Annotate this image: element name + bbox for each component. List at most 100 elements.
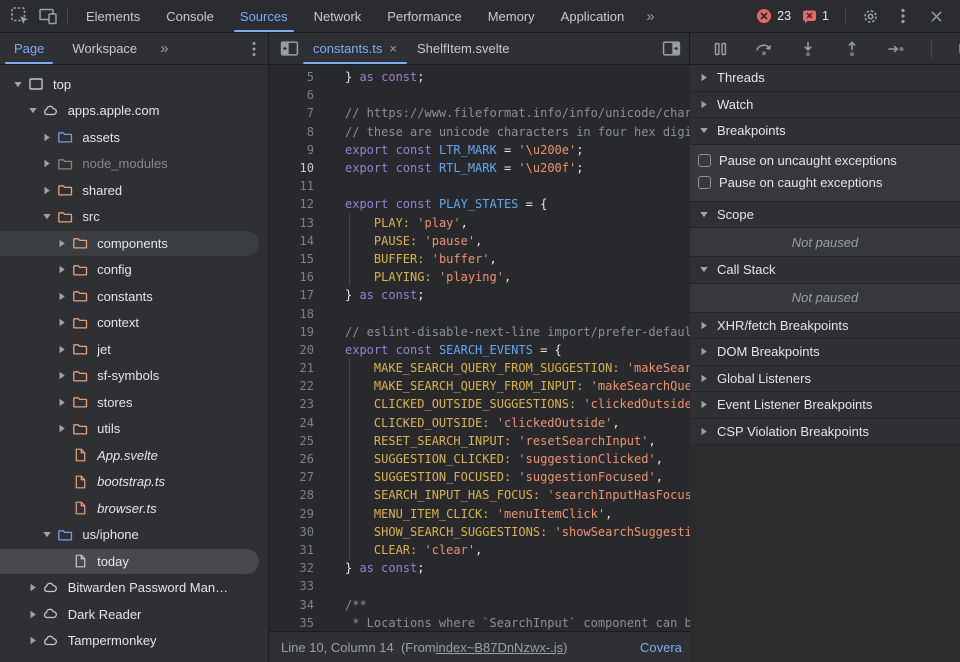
step-over-icon[interactable]	[750, 35, 778, 63]
issue-count[interactable]: 1	[822, 9, 829, 23]
main-tab-application[interactable]: Application	[548, 0, 638, 32]
code-area[interactable]: 5} as const; 6 7 // https://www.fileformat.…	[269, 65, 690, 631]
line-number[interactable]: 15	[269, 252, 314, 266]
kebab-menu-icon[interactable]	[889, 2, 917, 30]
disclosure-triangle-icon[interactable]	[25, 610, 41, 619]
tree-item-us-iphone[interactable]: us/iphone	[0, 522, 268, 549]
disclosure-triangle-icon[interactable]	[54, 239, 70, 248]
tree-item-bootstrap-ts[interactable]: bootstrap.ts	[0, 469, 268, 496]
tree-item-sf-symbols[interactable]: sf-symbols	[0, 363, 268, 390]
tree-item-tampermonkey[interactable]: Tampermonkey	[0, 628, 268, 655]
settings-gear-icon[interactable]	[856, 2, 884, 30]
disclosure-triangle-icon[interactable]	[54, 371, 70, 380]
close-tab-icon[interactable]: ×	[389, 42, 397, 55]
line-number[interactable]: 8	[269, 125, 314, 139]
section-scope[interactable]: Scope	[690, 201, 960, 228]
line-number[interactable]: 24	[269, 416, 314, 430]
line-number[interactable]: 13	[269, 216, 314, 230]
tree-item-src[interactable]: src	[0, 204, 268, 231]
navigator-kebab-icon[interactable]	[240, 35, 268, 63]
navigator-tab-workspace[interactable]: Workspace	[58, 33, 151, 64]
main-tab-elements[interactable]: Elements	[73, 0, 153, 32]
line-number[interactable]: 23	[269, 397, 314, 411]
line-number[interactable]: 14	[269, 234, 314, 248]
more-navigator-tabs-icon[interactable]: »	[151, 40, 178, 57]
line-number[interactable]: 10	[269, 161, 314, 175]
file-tab-shelfitem-svelte[interactable]: ShelfItem.svelte	[407, 33, 520, 64]
tree-item-utils[interactable]: utils	[0, 416, 268, 443]
close-devtools-icon[interactable]	[922, 2, 950, 30]
section-global-listeners[interactable]: Global Listeners	[690, 365, 960, 392]
section-dom-breakpoints[interactable]: DOM Breakpoints	[690, 339, 960, 366]
line-number[interactable]: 33	[269, 579, 314, 593]
step-out-icon[interactable]	[838, 35, 866, 63]
line-number[interactable]: 6	[269, 88, 314, 102]
tree-item-node-modules[interactable]: node_modules	[0, 151, 268, 178]
tree-item-dark-reader[interactable]: Dark Reader	[0, 601, 268, 628]
main-tab-sources[interactable]: Sources	[227, 0, 301, 32]
main-tab-performance[interactable]: Performance	[374, 0, 474, 32]
tree-item-assets[interactable]: assets	[0, 124, 268, 151]
issues-icon[interactable]	[802, 9, 817, 24]
step-into-icon[interactable]	[794, 35, 822, 63]
line-number[interactable]: 17	[269, 288, 314, 302]
section-event-listener-breakpoints[interactable]: Event Listener Breakpoints	[690, 392, 960, 419]
line-number[interactable]: 7	[269, 106, 314, 120]
tree-item-stores[interactable]: stores	[0, 389, 268, 416]
tree-item-top[interactable]: top	[0, 71, 268, 98]
disclosure-triangle-icon[interactable]	[10, 80, 26, 89]
tree-item-config[interactable]: config	[0, 257, 268, 284]
disclosure-triangle-icon[interactable]	[54, 292, 70, 301]
step-icon[interactable]	[882, 35, 910, 63]
line-number[interactable]: 11	[269, 179, 314, 193]
line-number[interactable]: 27	[269, 470, 314, 484]
line-number[interactable]: 31	[269, 543, 314, 557]
checkbox-row-pause-on-caught-exceptions[interactable]: Pause on caught exceptions	[690, 172, 960, 194]
line-number[interactable]: 29	[269, 507, 314, 521]
line-number[interactable]: 34	[269, 598, 314, 612]
file-tab-constants-ts[interactable]: constants.ts ×	[303, 33, 407, 64]
section-threads[interactable]: Threads	[690, 65, 960, 92]
tree-item-browser-ts[interactable]: browser.ts	[0, 495, 268, 522]
line-number[interactable]: 12	[269, 197, 314, 211]
line-number[interactable]: 32	[269, 561, 314, 575]
device-toolbar-icon[interactable]	[34, 2, 62, 30]
tree-item-context[interactable]: context	[0, 310, 268, 337]
disclosure-triangle-icon[interactable]	[25, 583, 41, 592]
checkbox-row-pause-on-uncaught-exceptions[interactable]: Pause on uncaught exceptions	[690, 150, 960, 172]
line-number[interactable]: 18	[269, 307, 314, 321]
tree-item-components[interactable]: components	[0, 230, 268, 257]
coverage-link[interactable]: Covera	[640, 640, 682, 655]
section-breakpoints[interactable]: Breakpoints	[690, 118, 960, 145]
section-xhr-fetch-breakpoints[interactable]: XHR/fetch Breakpoints	[690, 312, 960, 339]
disclosure-triangle-icon[interactable]	[39, 186, 55, 195]
checkbox[interactable]	[698, 176, 711, 189]
tree-item-bitwarden-password-man[interactable]: Bitwarden Password Man…	[0, 575, 268, 602]
errors-icon[interactable]	[756, 8, 772, 24]
line-number[interactable]: 22	[269, 379, 314, 393]
more-panels-icon[interactable]: »	[637, 8, 664, 25]
line-number[interactable]: 30	[269, 525, 314, 539]
tree-item-jet[interactable]: jet	[0, 336, 268, 363]
disclosure-triangle-icon[interactable]	[39, 159, 55, 168]
line-number[interactable]: 21	[269, 361, 314, 375]
tree-item-today[interactable]: today	[0, 548, 268, 575]
disclosure-triangle-icon[interactable]	[54, 345, 70, 354]
section-watch[interactable]: Watch	[690, 91, 960, 118]
main-tab-network[interactable]: Network	[301, 0, 375, 32]
error-count[interactable]: 23	[777, 9, 791, 23]
navigator-tab-page[interactable]: Page	[0, 33, 58, 64]
disclosure-triangle-icon[interactable]	[54, 424, 70, 433]
line-number[interactable]: 25	[269, 434, 314, 448]
tree-item-constants[interactable]: constants	[0, 283, 268, 310]
line-number[interactable]: 26	[269, 452, 314, 466]
line-number[interactable]: 28	[269, 488, 314, 502]
line-number[interactable]: 20	[269, 343, 314, 357]
toggle-navigator-icon[interactable]	[275, 35, 303, 63]
line-number[interactable]: 5	[269, 70, 314, 84]
line-number[interactable]: 9	[269, 143, 314, 157]
sourcemap-link[interactable]: index~B87DnNzwx-.js	[436, 640, 564, 655]
disclosure-triangle-icon[interactable]	[54, 398, 70, 407]
tree-item-app-svelte[interactable]: App.svelte	[0, 442, 268, 469]
section-csp-violation-breakpoints[interactable]: CSP Violation Breakpoints	[690, 418, 960, 445]
